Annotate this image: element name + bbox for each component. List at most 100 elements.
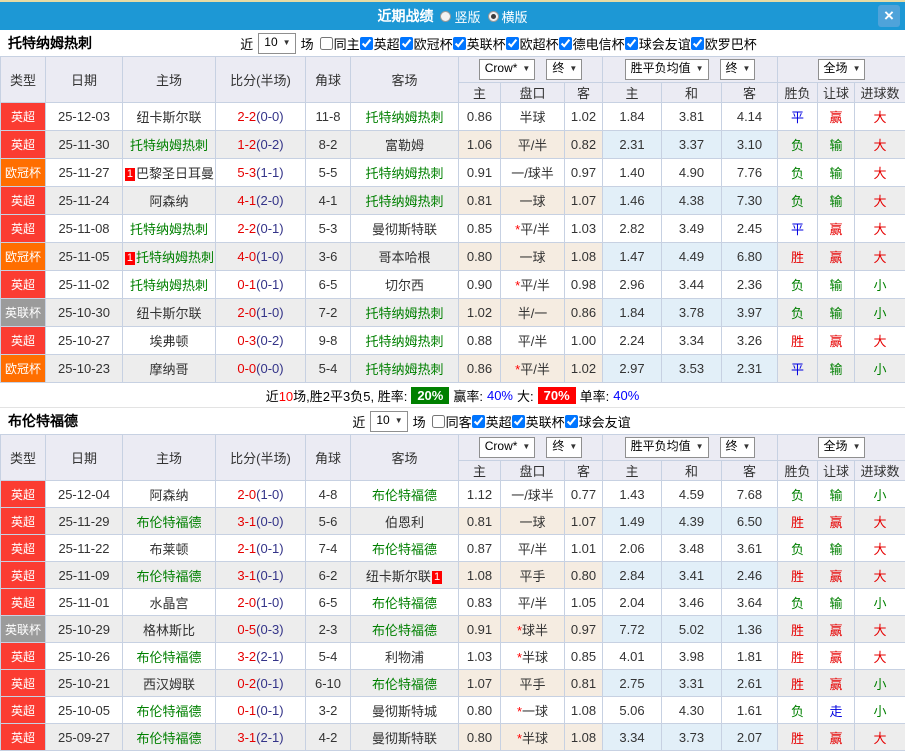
avg-home: 2.31	[602, 130, 662, 159]
filter-checkbox-欧罗巴杯[interactable]: 欧罗巴杯	[690, 34, 757, 53]
filter-checkbox-英联杯[interactable]: 英联杯	[452, 34, 506, 53]
filter-checkbox-input[interactable]	[690, 36, 704, 50]
games-label: 场	[300, 36, 314, 52]
result-over-under: 大	[854, 534, 905, 562]
period-select[interactable]: 全场	[817, 59, 866, 80]
home-team: 托特纳姆热刺	[122, 214, 216, 243]
filter-checkbox-input[interactable]	[471, 414, 485, 428]
period-select[interactable]: 全场	[817, 437, 866, 458]
home-team: 布伦特福德	[122, 507, 216, 535]
match-date: 25-10-26	[45, 642, 123, 670]
filter-checkbox-欧超杯[interactable]: 欧超杯	[505, 34, 559, 53]
col-header-type: 类型	[0, 56, 46, 103]
radio-vertical-label[interactable]: 竖版	[454, 7, 480, 26]
recent-count-select[interactable]: 10	[258, 32, 296, 54]
layout-vertical-option[interactable]: 竖版	[440, 7, 481, 26]
team-filter-row: 布伦特福德 近 10 场 同客英超英联杯球会友谊	[0, 408, 905, 434]
filter-checkbox-input[interactable]	[558, 36, 572, 50]
radio-horizontal-icon[interactable]	[487, 10, 499, 22]
avg-final-select[interactable]: 终	[719, 437, 756, 458]
handicap-line: 平/半	[500, 588, 565, 616]
match-row: 英超 25-11-02 托特纳姆热刺 0-1(0-1) 6-5 切尔西 0.90 *平/半 0.…	[0, 270, 905, 299]
filter-checkbox-英超[interactable]: 英超	[359, 34, 400, 53]
avg-home: 1.47	[602, 242, 662, 271]
filter-checkbox-英联杯[interactable]: 英联杯	[511, 412, 565, 431]
filter-checkbox-input[interactable]	[399, 36, 413, 50]
filter-checkbox-input[interactable]	[431, 414, 445, 428]
avg-select-group: 胜平负均值 终	[601, 56, 779, 83]
handicap-line: *球半	[500, 615, 565, 643]
avg-select[interactable]: 胜平负均值	[624, 59, 709, 80]
avg-home: 1.43	[602, 480, 662, 508]
away-team: 布伦特福德	[350, 480, 459, 508]
corner-count: 2-3	[305, 615, 351, 643]
league-badge: 英超	[0, 723, 46, 751]
odds-home: 0.81	[458, 507, 501, 535]
result-wdl: 负	[777, 534, 819, 562]
odds-away: 0.98	[564, 270, 603, 299]
match-date: 25-10-30	[45, 298, 123, 327]
filter-checkbox-德电信杯[interactable]: 德电信杯	[558, 34, 625, 53]
odds-away: 1.00	[564, 326, 603, 355]
filter-checkbox-球会友谊[interactable]: 球会友谊	[564, 412, 631, 431]
match-row: 英超 25-11-24 阿森纳 4-1(2-0) 4-1 托特纳姆热刺 0.81 一球 1.07…	[0, 186, 905, 215]
away-team: 哥本哈根	[350, 242, 459, 271]
result-over-under: 大	[854, 615, 905, 643]
match-date: 25-11-01	[45, 588, 123, 616]
filter-checkbox-input[interactable]	[319, 36, 333, 50]
match-date: 25-11-05	[45, 242, 123, 271]
odds-away: 0.81	[564, 669, 603, 697]
filter-checkbox-欧冠杯[interactable]: 欧冠杯	[399, 34, 453, 53]
avg-home: 2.97	[602, 354, 662, 383]
result-over-under: 大	[854, 214, 905, 243]
filter-checkbox-input[interactable]	[564, 414, 578, 428]
close-button[interactable]: ×	[878, 5, 900, 27]
filter-checkbox-input[interactable]	[511, 414, 525, 428]
avg-home: 2.04	[602, 588, 662, 616]
corner-count: 5-5	[305, 158, 351, 187]
handicap-line: 半球	[500, 102, 565, 131]
odds-final-select[interactable]: 终	[546, 59, 583, 80]
league-badge: 英超	[0, 214, 46, 243]
filter-checkbox-球会友谊[interactable]: 球会友谊	[624, 34, 691, 53]
league-badge: 欧冠杯	[0, 354, 46, 383]
league-filter-checkboxes: 同客 英超 英联杯 球会友谊	[431, 412, 631, 431]
filter-checkbox-同客[interactable]: 同客	[431, 412, 472, 431]
close-icon[interactable]: ×	[884, 6, 894, 25]
big-label: 大:	[517, 388, 534, 404]
filter-checkbox-input[interactable]	[359, 36, 373, 50]
odds-company-select[interactable]: Crow*	[478, 59, 536, 80]
filter-checkbox-英超[interactable]: 英超	[471, 412, 512, 431]
filter-checkbox-input[interactable]	[505, 36, 519, 50]
away-team: 托特纳姆热刺	[350, 298, 459, 327]
radio-vertical-icon[interactable]	[440, 10, 452, 22]
odds-final-select[interactable]: 终	[546, 437, 583, 458]
odds-company-select[interactable]: Crow*	[478, 437, 536, 458]
home-team: 纽卡斯尔联	[122, 298, 216, 327]
avg-home: 1.84	[602, 102, 662, 131]
result-handicap: 赢	[817, 102, 856, 131]
home-team: 1 托特纳姆热刺	[122, 242, 216, 271]
away-team: 布伦特福德	[350, 534, 459, 562]
result-over-under: 大	[854, 561, 905, 589]
corner-count: 6-2	[305, 561, 351, 589]
odds-away: 1.02	[564, 102, 603, 131]
avg-final-select[interactable]: 终	[719, 59, 756, 80]
result-handicap: 赢	[817, 214, 856, 243]
avg-select[interactable]: 胜平负均值	[624, 437, 709, 458]
avg-away: 1.36	[720, 615, 779, 643]
recent-count-select[interactable]: 10	[370, 410, 408, 432]
result-over-under: 大	[854, 130, 905, 159]
layout-horizontal-option[interactable]: 横版	[487, 7, 528, 26]
odds-home: 0.91	[458, 615, 501, 643]
home-team: 布伦特福德	[122, 561, 216, 589]
corner-count: 3-2	[305, 696, 351, 724]
filter-checkbox-同主[interactable]: 同主	[319, 34, 360, 53]
radio-horizontal-label[interactable]: 横版	[502, 7, 528, 26]
filter-checkbox-input[interactable]	[452, 36, 466, 50]
col-header-corner: 角球	[305, 434, 351, 481]
score: 3-1(2-1)	[215, 723, 306, 751]
filter-checkbox-input[interactable]	[624, 36, 638, 50]
odds-away: 0.77	[564, 480, 603, 508]
handicap-line: *平/半	[500, 214, 565, 243]
